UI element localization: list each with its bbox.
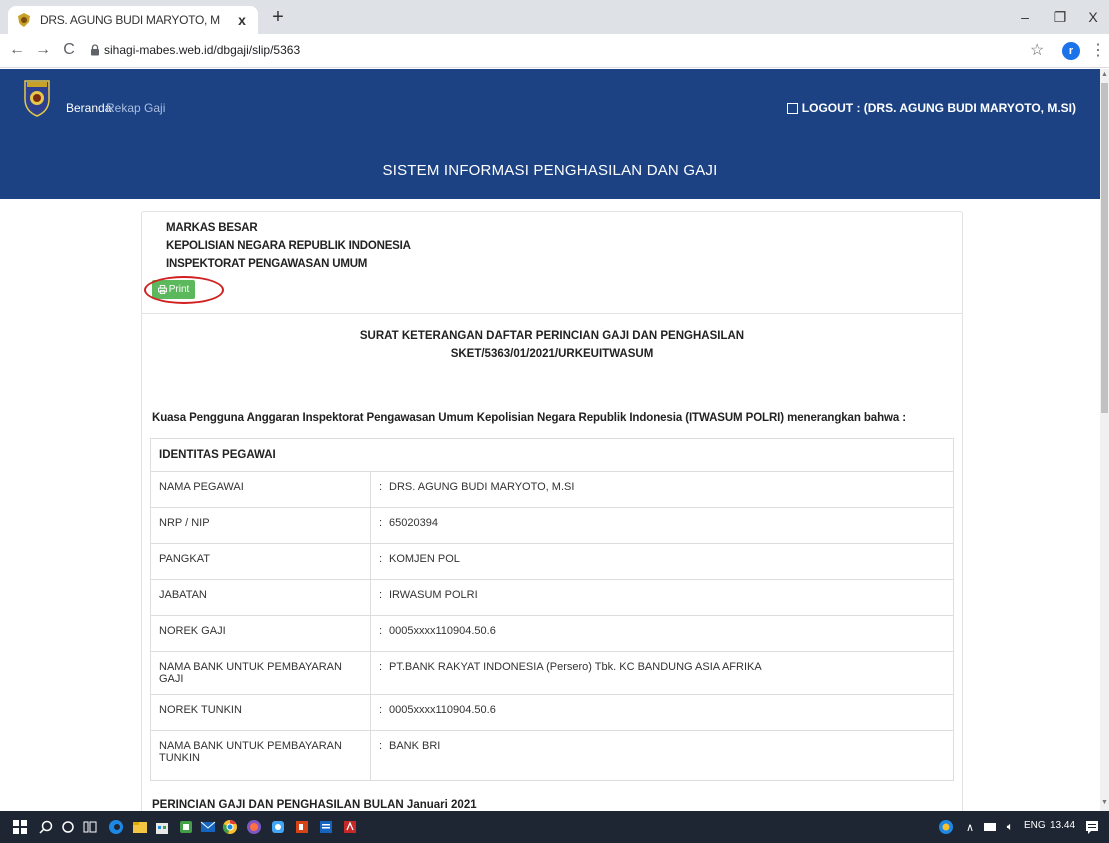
intro-statement: Kuasa Pengguna Anggaran Inspektorat Peng… [152, 412, 906, 424]
row-value-cell: : PT.BANK RAKYAT INDONESIA (Persero) Tbk.… [370, 651, 954, 695]
table-row: NAMA BANK UNTUK PEMBAYARAN TUNKIN : BANK … [150, 730, 954, 781]
forward-arrow-icon[interactable]: → [32, 38, 54, 62]
tab-title: DRS. AGUNG BUDI MARYOTO, M [40, 13, 220, 27]
row-value-cell: : BANK BRI [370, 730, 954, 781]
identity-table: IDENTITAS PEGAWAI NAMA PEGAWAI : DRS. AGU… [150, 438, 954, 781]
word-icon[interactable] [318, 819, 334, 835]
windows-taskbar: ∧ 🔈︎ ENG 13.44 [0, 811, 1109, 843]
maximize-button[interactable]: ❐ [1045, 4, 1075, 30]
scroll-up-arrow-icon[interactable]: ▲ [1101, 71, 1108, 78]
logout-label: LOGOUT : (DRS. AGUNG BUDI MARYOTO, M.SI) [801, 101, 1076, 115]
org-line-3: INSPEKTORAT PENGAWASAN UMUM [166, 258, 368, 270]
close-window-button[interactable]: X [1078, 4, 1108, 30]
row-label: NAMA BANK UNTUK PEMBAYARAN TUNKIN [150, 730, 371, 781]
scrollbar-thumb[interactable] [1101, 83, 1108, 413]
document-number: SKET/5363/01/2021/URKEUITWASUM [450, 348, 654, 360]
nav-rekap-gaji-link[interactable]: Rekap Gaji [106, 101, 165, 115]
volume-icon[interactable]: 🔈︎ [1002, 819, 1018, 835]
task-view-icon[interactable] [82, 819, 98, 835]
clock-time[interactable]: 13.44 [1050, 820, 1075, 831]
row-label: NAMA BANK UNTUK PEMBAYARAN GAJI [150, 651, 371, 695]
scroll-down-arrow-icon[interactable]: ▼ [1101, 799, 1108, 806]
row-value: 65020394 [389, 517, 438, 529]
salary-slip-card: MARKAS BESAR KEPOLISIAN NEGARA REPUBLIK … [141, 211, 963, 811]
table-row: NAMA PEGAWAI : DRS. AGUNG BUDI MARYOTO, M… [150, 471, 954, 508]
row-label: NOREK TUNKIN [150, 694, 371, 731]
cortana-icon[interactable] [60, 819, 76, 835]
new-tab-button[interactable]: + [266, 6, 290, 30]
browser-toolbar: ← → C sihagi-mabes.web.id/dbgaji/slip/53… [0, 34, 1109, 68]
section-salary-details-title: PERINCIAN GAJI DAN PENGHASILAN BULAN Jan… [152, 799, 477, 811]
search-icon[interactable] [38, 819, 54, 835]
app-green-icon[interactable] [178, 819, 194, 835]
browser-tab[interactable]: DRS. AGUNG BUDI MARYOTO, M x [8, 6, 258, 34]
profile-avatar[interactable]: r [1062, 42, 1080, 60]
org-line-2: KEPOLISIAN NEGARA REPUBLIK INDONESIA [166, 240, 411, 252]
row-value-cell: :65020394 [370, 507, 954, 544]
row-value-cell: : KOMJEN POL [370, 543, 954, 580]
row-value: DRS. AGUNG BUDI MARYOTO, M.SI [389, 481, 575, 493]
lock-icon [91, 44, 99, 56]
police-logo-icon [24, 80, 50, 117]
row-label: PANGKAT [150, 543, 371, 580]
nav-beranda-link[interactable]: Beranda [66, 101, 111, 115]
file-explorer-icon[interactable] [132, 819, 148, 835]
table-row: NOREK TUNKIN :0005xxxx110904.50.6 [150, 694, 954, 731]
logout-icon [786, 102, 798, 114]
highlight-circle-annotation [144, 276, 224, 304]
site-title: SISTEM INFORMASI PENGHASILAN DAN GAJI [382, 162, 718, 179]
police-favicon-icon [16, 12, 32, 28]
row-label: NAMA PEGAWAI [150, 471, 371, 508]
row-value-cell: :0005xxxx110904.50.6 [370, 694, 954, 731]
chrome-icon[interactable] [222, 819, 238, 835]
table-row: JABATAN : IRWASUM POLRI [150, 579, 954, 616]
language-indicator[interactable]: ENG [1024, 820, 1046, 831]
acrobat-pdf-icon[interactable] [342, 819, 358, 835]
powerpoint-icon[interactable] [294, 819, 310, 835]
back-arrow-icon[interactable]: ← [6, 38, 28, 62]
edge-browser-icon[interactable] [108, 819, 124, 835]
row-value: 0005xxxx110904.50.6 [389, 625, 496, 637]
card-header: MARKAS BESAR KEPOLISIAN NEGARA REPUBLIK … [142, 212, 962, 314]
page-viewport: Beranda Rekap Gaji LOGOUT : (DRS. AGUNG … [0, 69, 1100, 811]
bookmark-star-icon[interactable]: ☆ [1030, 40, 1044, 60]
row-value-cell: : IRWASUM POLRI [370, 579, 954, 616]
browser-tab-strip: DRS. AGUNG BUDI MARYOTO, M x + – ❐ X [0, 0, 1109, 34]
app-blue-icon[interactable] [270, 819, 286, 835]
reload-icon[interactable]: C [58, 38, 80, 62]
document-title: SURAT KETERANGAN DAFTAR PERINCIAN GAJI D… [359, 330, 745, 342]
chevron-up-icon[interactable]: ∧ [962, 819, 978, 835]
row-value: IRWASUM POLRI [389, 589, 478, 601]
row-label: JABATAN [150, 579, 371, 616]
menu-kebab-icon[interactable]: ⋮ [1090, 40, 1106, 60]
org-line-1: MARKAS BESAR [166, 222, 258, 234]
row-value: BANK BRI [389, 740, 441, 752]
table-header-row: IDENTITAS PEGAWAI [150, 438, 954, 472]
table-row: NAMA BANK UNTUK PEMBAYARAN GAJI : PT.BANK… [150, 651, 954, 695]
minimize-button[interactable]: – [1010, 4, 1040, 30]
row-label: NRP / NIP [150, 507, 371, 544]
table-row: NRP / NIP :65020394 [150, 507, 954, 544]
network-icon[interactable] [982, 819, 998, 835]
firefox-icon[interactable] [246, 819, 262, 835]
row-value-cell: : DRS. AGUNG BUDI MARYOTO, M.SI [370, 471, 954, 508]
row-value: 0005xxxx110904.50.6 [389, 704, 496, 716]
site-navbar: Beranda Rekap Gaji LOGOUT : (DRS. AGUNG … [0, 69, 1100, 199]
help-assistant-icon[interactable] [938, 819, 954, 835]
page-scrollbar[interactable]: ▲ ▼ [1100, 69, 1109, 811]
logout-link[interactable]: LOGOUT : (DRS. AGUNG BUDI MARYOTO, M.SI) [786, 101, 1076, 115]
row-label: NOREK GAJI [150, 615, 371, 652]
identity-heading: IDENTITAS PEGAWAI [150, 438, 954, 472]
mail-icon[interactable] [200, 819, 216, 835]
address-bar-url[interactable]: sihagi-mabes.web.id/dbgaji/slip/5363 [104, 43, 300, 57]
row-value-cell: :0005xxxx110904.50.6 [370, 615, 954, 652]
windows-start-icon[interactable] [12, 819, 28, 835]
store-icon[interactable] [154, 819, 170, 835]
row-value: PT.BANK RAKYAT INDONESIA (Persero) Tbk. … [389, 661, 762, 673]
tab-close-icon[interactable]: x [234, 12, 250, 28]
table-row: NOREK GAJI :0005xxxx110904.50.6 [150, 615, 954, 652]
row-value: KOMJEN POL [389, 553, 460, 565]
notifications-icon[interactable] [1084, 819, 1100, 835]
table-row: PANGKAT : KOMJEN POL [150, 543, 954, 580]
